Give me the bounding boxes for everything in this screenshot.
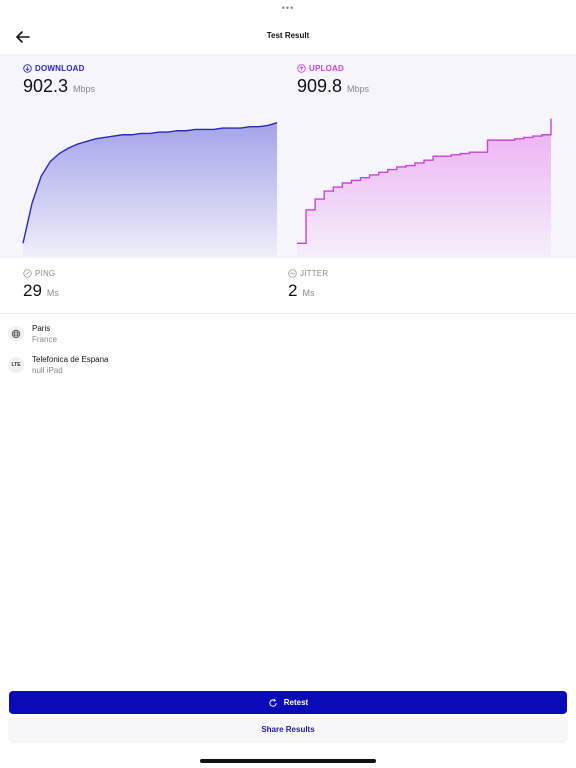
ping-icon (23, 269, 32, 278)
location-country: France (32, 335, 57, 344)
refresh-icon (269, 698, 277, 707)
speed-results-panel: DOWNLOAD 902.3 Mbps UPLOAD 909.8 Mbps (0, 54, 576, 258)
download-area-fill (23, 122, 277, 256)
upload-metric: UPLOAD 909.8 Mbps (297, 64, 369, 97)
download-metric: DOWNLOAD 902.3 Mbps (23, 64, 95, 97)
ping-metric: PING 29 Ms (23, 269, 59, 301)
lte-badge: LTE (8, 357, 24, 373)
upload-value: 909.8 (297, 76, 343, 96)
ping-unit: Ms (46, 288, 59, 298)
network-device: null iPad (32, 366, 63, 375)
network-provider-row: LTE Telefonica de Espana null iPad (8, 355, 109, 375)
share-results-label: Share Results (261, 724, 315, 734)
share-results-button[interactable]: Share Results (9, 717, 567, 741)
download-label: DOWNLOAD (35, 64, 85, 73)
globe-icon (8, 326, 24, 342)
download-unit: Mbps (73, 84, 96, 94)
download-arrow-icon (23, 64, 32, 73)
download-value: 902.3 (23, 76, 69, 96)
jitter-unit: Ms (302, 288, 315, 298)
navigation-bar: Test Result (0, 22, 576, 50)
ping-label: PING (35, 269, 56, 278)
upload-unit: Mbps (347, 84, 370, 94)
retest-button[interactable]: Retest (9, 691, 567, 714)
upload-speed-chart (297, 118, 552, 257)
home-indicator (200, 759, 376, 763)
jitter-label: JITTER (300, 269, 329, 278)
upload-label: UPLOAD (309, 64, 344, 73)
more-options-indicator[interactable]: ••• (278, 4, 298, 13)
jitter-metric: JITTER 2 Ms (288, 269, 328, 301)
upload-arrow-icon (297, 64, 306, 73)
jitter-icon (288, 269, 297, 278)
download-speed-chart (22, 122, 278, 256)
jitter-value: 2 (288, 281, 298, 300)
location-city: Paris (32, 324, 51, 333)
latency-panel: PING 29 Ms JITTER 2 Ms (0, 258, 576, 314)
network-carrier: Telefonica de Espana (32, 355, 109, 364)
page-title: Test Result (266, 31, 310, 40)
retest-label: Retest (283, 698, 309, 707)
ping-value: 29 (23, 281, 42, 300)
server-location-row: Paris France (8, 324, 57, 344)
